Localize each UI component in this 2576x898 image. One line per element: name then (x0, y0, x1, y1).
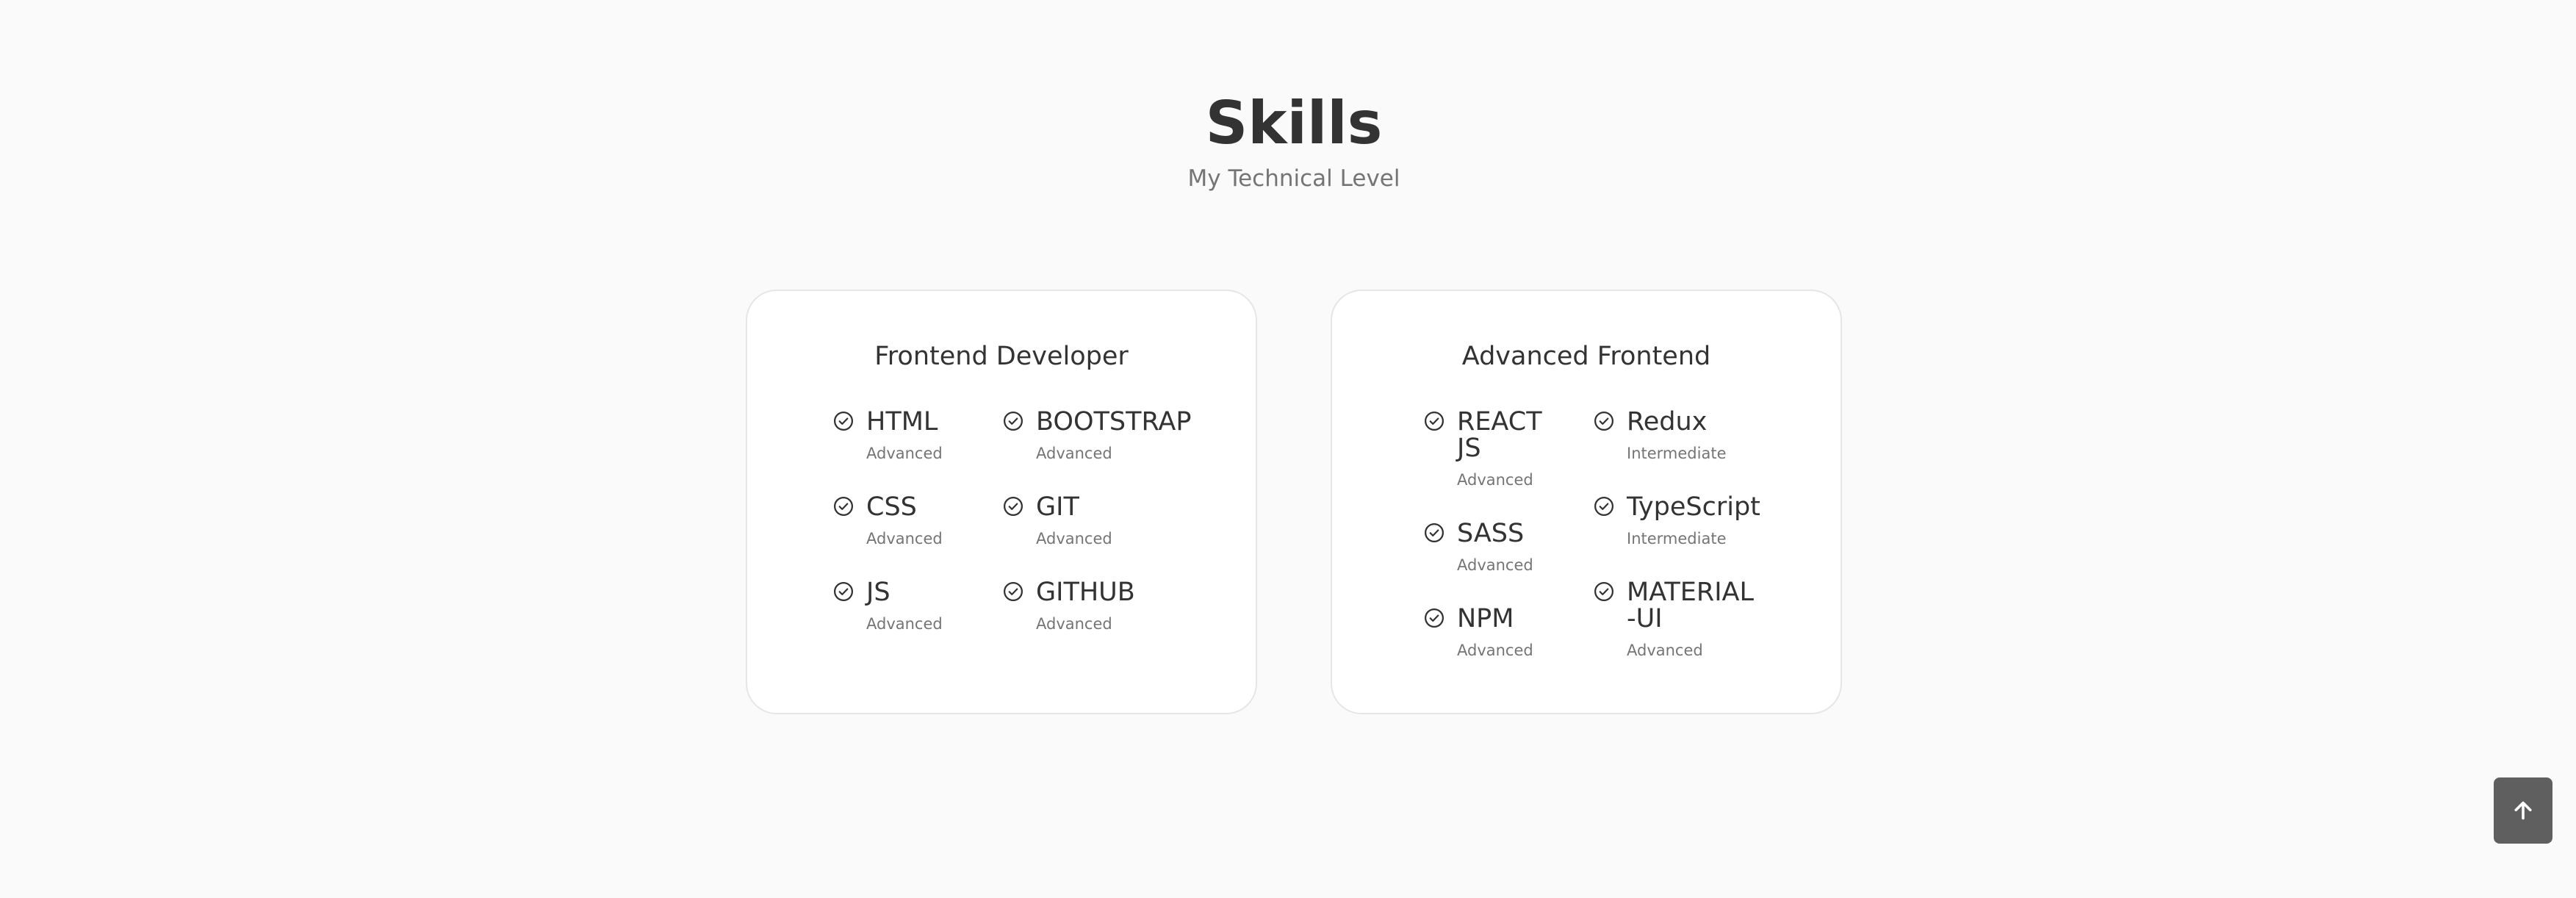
skill-name: MATERIAL-UI (1627, 578, 1755, 633)
check-circle-icon (1423, 607, 1445, 629)
skill-level: Advanced (1457, 556, 1533, 574)
card-title: Advanced Frontend (1461, 342, 1711, 371)
skill-level: Advanced (866, 445, 943, 462)
check-circle-icon (1423, 522, 1445, 544)
skill-level: Advanced (1036, 615, 1112, 633)
check-circle-icon (1593, 495, 1615, 517)
card-title: Frontend Developer (874, 342, 1129, 371)
skill-name: SASS (1457, 519, 1525, 548)
skills-card-frontend-developer: Frontend Developer HTML Advanced BOOTSTR… (746, 290, 1257, 714)
skill-name: GITHUB (1036, 578, 1135, 607)
skill-name: REACT JS (1457, 407, 1542, 463)
skills-page: Skills My Technical Level Frontend Devel… (0, 0, 2576, 898)
skill-name: BOOTSTRAP (1036, 407, 1192, 437)
skill-level: Advanced (866, 530, 943, 547)
skill-level: Advanced (1036, 445, 1112, 462)
check-circle-icon (1002, 581, 1024, 603)
skill-level: Advanced (866, 615, 943, 633)
check-circle-icon (832, 581, 855, 603)
skill-name: NPM (1457, 604, 1514, 633)
skill-name: GIT (1036, 492, 1079, 522)
skill-level: Intermediate (1627, 530, 1727, 547)
check-circle-icon (1593, 581, 1615, 603)
skill-name: JS (866, 578, 891, 607)
skill-level: Intermediate (1627, 445, 1727, 462)
skill-name: TypeScript (1627, 492, 1760, 522)
skill-name: Redux (1627, 407, 1708, 437)
check-circle-icon (832, 410, 855, 432)
skill-level: Advanced (1457, 471, 1533, 489)
skill-name: CSS (866, 492, 917, 522)
skill-level: Advanced (1627, 642, 1703, 659)
skill-name: HTML (866, 407, 938, 437)
check-circle-icon (832, 495, 855, 517)
arrow-up-icon (2510, 797, 2536, 824)
skill-level: Advanced (1036, 530, 1112, 547)
section-title: Skills (1205, 89, 1383, 157)
check-circle-icon (1002, 410, 1024, 432)
check-circle-icon (1002, 495, 1024, 517)
check-circle-icon (1423, 410, 1445, 432)
check-circle-icon (1593, 410, 1615, 432)
skills-card-advanced-frontend: Advanced Frontend REACT JS Advanced Redu… (1331, 290, 1842, 714)
scroll-to-top-button[interactable] (2494, 777, 2552, 844)
skill-level: Advanced (1457, 642, 1533, 659)
section-subtitle: My Technical Level (1187, 165, 1400, 192)
